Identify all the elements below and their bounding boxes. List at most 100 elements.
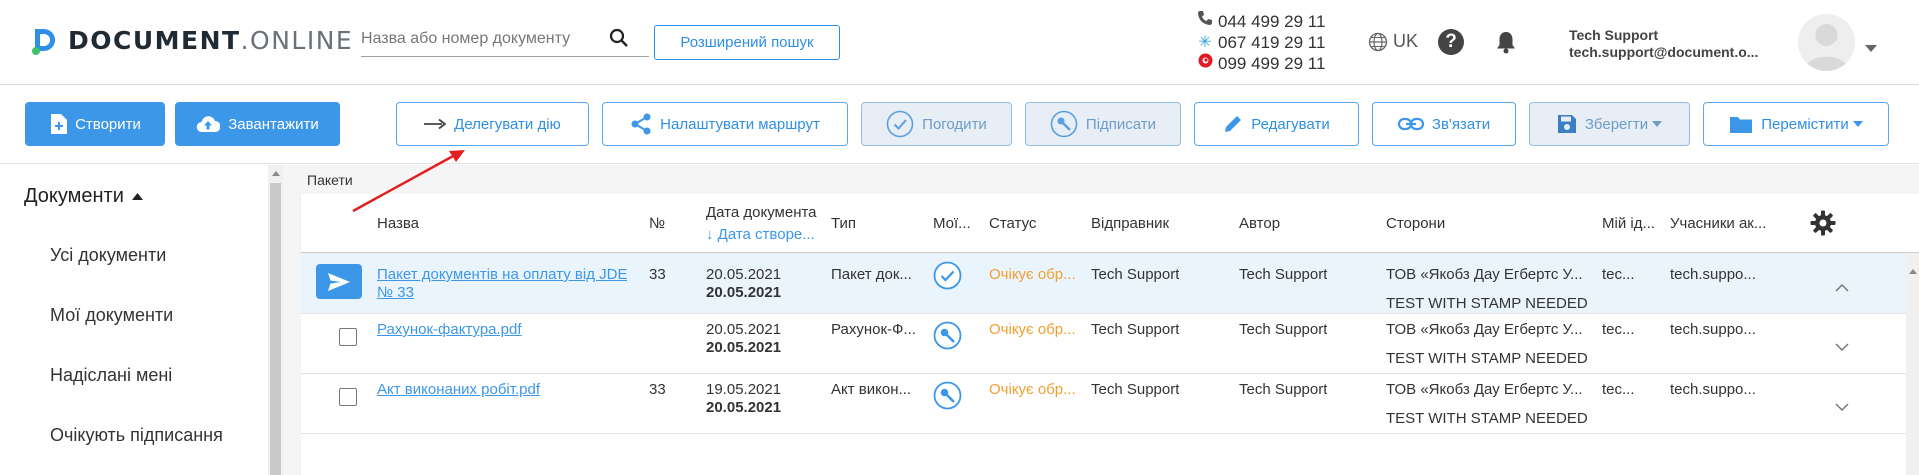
avatar[interactable]: [1798, 14, 1855, 71]
col-name[interactable]: Назва: [377, 215, 419, 232]
globe-icon: [1368, 32, 1388, 52]
link-label: Зв'язати: [1431, 115, 1491, 133]
row-participants: tech.suppo...: [1670, 321, 1756, 338]
row-name-line1[interactable]: Рахунок-фактура.pdf: [377, 321, 522, 338]
approve-button[interactable]: Погодити: [861, 102, 1012, 146]
phone-number-1[interactable]: 044 499 29 11: [1218, 11, 1325, 32]
check-circle-icon[interactable]: [933, 261, 962, 295]
sidebar-item-all-documents[interactable]: Усі документи: [50, 245, 166, 266]
sidebar-item-my-documents[interactable]: Мої документи: [50, 305, 173, 326]
col-parties[interactable]: Сторони: [1386, 215, 1445, 232]
kyivstar-icon: ✳: [1198, 34, 1212, 51]
user-info[interactable]: Tech Support tech.support@document.o...: [1569, 27, 1758, 61]
chevron-down-icon[interactable]: [1865, 39, 1877, 57]
col-my[interactable]: Мої...: [933, 215, 973, 232]
logo[interactable]: DOCUMENT.ONLINE: [32, 26, 353, 55]
col-type[interactable]: Тип: [831, 215, 856, 232]
row-type: Акт викон...: [831, 381, 911, 398]
sidebar-scrollbar[interactable]: [268, 165, 283, 475]
row-party-1: ТОВ «Якобз Дау Егбертс У...: [1386, 321, 1583, 338]
search-input[interactable]: [361, 22, 601, 56]
row-author: Tech Support: [1239, 321, 1328, 338]
phone-number-2[interactable]: 067 419 29 11: [1218, 32, 1325, 53]
table-row[interactable]: Рахунок-фактура.pdf 20.05.2021 20.05.202…: [301, 314, 1919, 374]
col-my-id[interactable]: Мій ід...: [1602, 215, 1662, 232]
help-icon[interactable]: ?: [1438, 29, 1464, 55]
edit-button[interactable]: Редагувати: [1194, 102, 1359, 146]
sidebar-scroll-thumb[interactable]: [270, 183, 281, 475]
col-author[interactable]: Автор: [1239, 215, 1280, 232]
row-doc-date: 20.05.2021: [706, 321, 782, 338]
sign-icon[interactable]: [933, 381, 962, 415]
chevron-down-icon[interactable]: [1835, 339, 1849, 357]
row-author: Tech Support: [1239, 381, 1328, 398]
row-name-line1[interactable]: Пакет документів на оплату від JDE: [377, 266, 627, 283]
sidebar-section-documents[interactable]: Документи: [24, 185, 143, 208]
row-created-date: 20.05.2021: [706, 284, 782, 301]
floppy-disk-icon: [1557, 114, 1577, 134]
row-party-1: ТОВ «Якобз Дау Егбертс У...: [1386, 266, 1583, 283]
col-created-date[interactable]: ↓ Дата створе...: [706, 226, 815, 243]
row-author: Tech Support: [1239, 266, 1328, 283]
row-type: Рахунок-Ф...: [831, 321, 916, 338]
row-type: Пакет док...: [831, 266, 912, 283]
delegate-action-button[interactable]: Делегувати дію: [396, 102, 589, 146]
col-number[interactable]: №: [649, 215, 665, 232]
row-sender: Tech Support: [1091, 266, 1180, 283]
chevron-up-icon[interactable]: [1835, 279, 1849, 297]
phone-row: 044 499 29 11: [1195, 10, 1325, 32]
upload-label: Завантажити: [228, 115, 319, 133]
paper-plane-icon: [328, 272, 350, 291]
caret-up-icon: [131, 193, 143, 200]
notifications-bell-icon[interactable]: [1495, 30, 1517, 59]
sidebar-item-sent-to-me[interactable]: Надіслані мені: [50, 365, 172, 386]
approve-label: Погодити: [922, 115, 987, 133]
table-row[interactable]: Пакет документів на оплату від JDE № 33 …: [301, 254, 1919, 314]
send-button[interactable]: [316, 264, 362, 299]
configure-route-button[interactable]: Налаштувати маршрут: [602, 102, 848, 146]
status-badge: Очікує обр...: [989, 266, 1076, 283]
row-name-line1[interactable]: Акт виконаних робіт.pdf: [377, 381, 540, 398]
gear-icon[interactable]: [1810, 210, 1836, 241]
row-number: 33: [649, 266, 666, 283]
search-icon[interactable]: [609, 28, 629, 53]
row-name-line2[interactable]: № 33: [377, 284, 414, 301]
documents-table: Назва № Дата документа ↓ Дата створе... …: [301, 194, 1919, 475]
move-button[interactable]: Перемістити: [1703, 102, 1889, 146]
sign-button[interactable]: Підписати: [1025, 102, 1181, 146]
col-doc-date[interactable]: Дата документа: [706, 204, 817, 221]
upload-button[interactable]: Завантажити: [175, 102, 340, 146]
advanced-search-button[interactable]: Розширений пошук: [654, 25, 840, 60]
caret-down-icon: [1652, 121, 1663, 127]
chevron-down-icon[interactable]: [1835, 399, 1849, 417]
share-icon: [630, 113, 652, 135]
phone-number-3[interactable]: 099 499 29 11: [1218, 53, 1325, 74]
language-label: UK: [1393, 31, 1419, 51]
col-participants[interactable]: Учасники ак...: [1670, 215, 1780, 232]
language-selector[interactable]: UK: [1368, 31, 1418, 52]
row-created-date: 20.05.2021: [706, 339, 782, 356]
col-sender[interactable]: Відправник: [1091, 215, 1169, 232]
caret-down-icon: [1852, 121, 1863, 127]
table-scrollbar[interactable]: [1906, 253, 1919, 475]
edit-label: Редагувати: [1251, 115, 1330, 133]
search-box: [361, 22, 649, 57]
annotation-arrow-icon: [352, 150, 465, 213]
col-status[interactable]: Статус: [989, 215, 1036, 232]
scroll-up-arrow-icon[interactable]: [1909, 269, 1917, 274]
row-doc-date: 19.05.2021: [706, 381, 782, 398]
logo-dot: .: [240, 26, 251, 55]
sign-icon[interactable]: [933, 321, 962, 355]
row-my-id: tec...: [1602, 266, 1635, 283]
create-button[interactable]: Створити: [25, 102, 165, 146]
row-checkbox[interactable]: [339, 328, 357, 346]
sidebar-item-awaiting-signature[interactable]: Очікують підписання: [50, 425, 223, 446]
logo-mark-icon: [32, 27, 58, 55]
vodafone-icon: [1195, 53, 1215, 74]
table-row[interactable]: Акт виконаних робіт.pdf 33 19.05.2021 20…: [301, 374, 1919, 434]
link-button[interactable]: Зв'язати: [1372, 102, 1516, 146]
save-button[interactable]: Зберегти: [1529, 102, 1690, 146]
scroll-up-arrow-icon[interactable]: [272, 171, 280, 176]
status-badge: Очікує обр...: [989, 321, 1076, 338]
row-checkbox[interactable]: [339, 388, 357, 406]
